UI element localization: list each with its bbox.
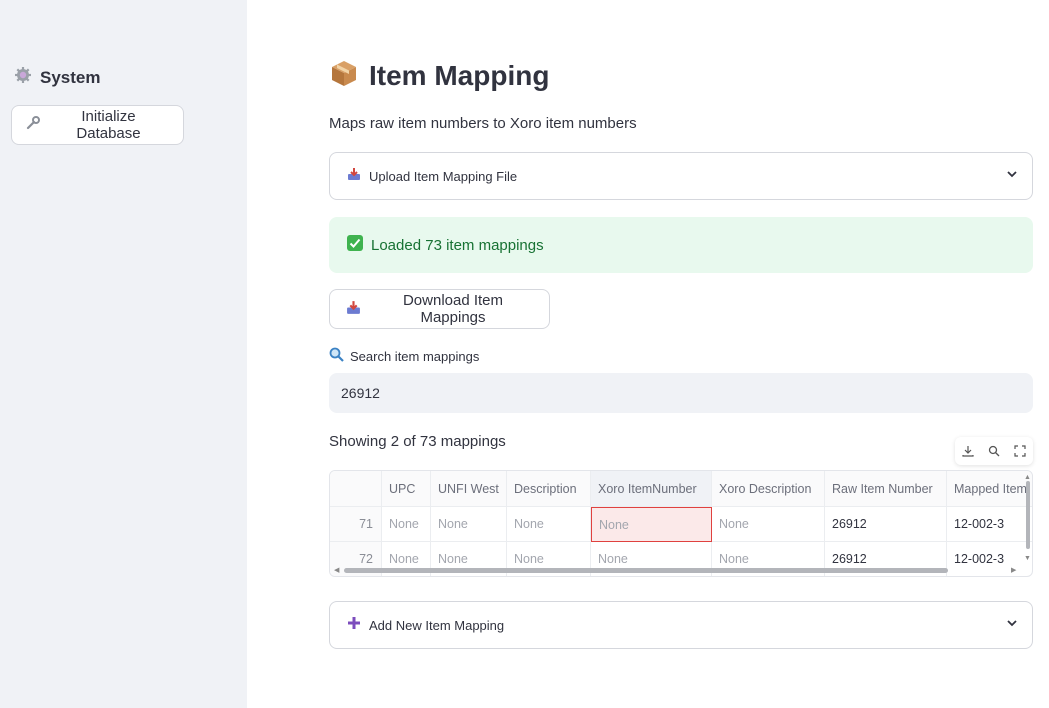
scroll-left-arrow-icon[interactable]: ◀ bbox=[334, 567, 339, 574]
scroll-down-arrow-icon[interactable]: ▼ bbox=[1024, 555, 1031, 562]
column-header-xoro-description[interactable]: Xoro Description bbox=[712, 471, 825, 507]
inbox-tray-icon bbox=[347, 167, 361, 186]
scroll-up-arrow-icon[interactable]: ▲ bbox=[1024, 474, 1031, 481]
chevron-down-icon[interactable] bbox=[1006, 167, 1018, 185]
search-label: Search item mappings bbox=[329, 347, 479, 365]
search-label-text: Search item mappings bbox=[350, 348, 480, 364]
main-content: Item Mapping Maps raw item numbers to Xo… bbox=[329, 0, 1033, 708]
horizontal-scrollbar[interactable] bbox=[344, 568, 948, 573]
check-mark-icon bbox=[347, 235, 363, 255]
magnifier-icon bbox=[329, 347, 344, 365]
success-alert: Loaded 73 item mappings bbox=[329, 217, 1033, 273]
wrench-icon bbox=[26, 116, 40, 134]
search-input[interactable] bbox=[329, 373, 1033, 413]
fullscreen-icon[interactable] bbox=[1010, 441, 1030, 461]
search-icon[interactable] bbox=[984, 441, 1004, 461]
system-section-title: System bbox=[40, 67, 101, 87]
table-cell[interactable]: 12-002-3 bbox=[947, 507, 1032, 542]
page-title-text: Item Mapping bbox=[369, 59, 550, 91]
table-cell[interactable]: 26912 bbox=[825, 507, 947, 542]
chevron-down-icon[interactable] bbox=[1006, 616, 1018, 634]
add-mapping-expander[interactable]: Add New Item Mapping bbox=[329, 601, 1033, 649]
scroll-right-arrow-icon[interactable]: ▶ bbox=[1011, 567, 1016, 574]
table-cell[interactable]: None bbox=[382, 507, 431, 542]
upload-expander[interactable]: Upload Item Mapping File bbox=[329, 152, 1033, 200]
download-icon[interactable] bbox=[958, 441, 978, 461]
initialize-database-label: Initialize Database bbox=[76, 108, 141, 142]
vertical-scrollbar[interactable] bbox=[1026, 481, 1030, 549]
row-index: 71 bbox=[330, 507, 382, 542]
data-table[interactable]: UPC UNFI West Description Xoro ItemNumbe… bbox=[329, 470, 1033, 577]
table-cell[interactable]: None bbox=[507, 507, 591, 542]
column-header-raw-item-number[interactable]: Raw Item Number bbox=[825, 471, 947, 507]
sidebar: System Initialize Database bbox=[0, 0, 247, 708]
download-item-mappings-button[interactable]: Download Item Mappings bbox=[329, 289, 550, 329]
page-subtitle: Maps raw item numbers to Xoro item numbe… bbox=[329, 115, 637, 132]
plus-icon bbox=[347, 616, 361, 635]
system-section-header: System bbox=[14, 66, 100, 89]
gear-icon bbox=[14, 66, 32, 89]
table-cell[interactable]: None bbox=[431, 507, 507, 542]
initialize-database-button[interactable]: Initialize Database bbox=[11, 105, 184, 145]
column-header-description[interactable]: Description bbox=[507, 471, 591, 507]
table-cell[interactable]: 12-002-3 bbox=[947, 542, 1032, 576]
column-header-xoro-itemnumber[interactable]: Xoro ItemNumber bbox=[591, 471, 712, 507]
table-toolbar bbox=[955, 437, 1033, 465]
selected-table-cell[interactable]: None bbox=[591, 507, 712, 542]
column-header-mapped-item[interactable]: Mapped Item bbox=[947, 471, 1032, 507]
index-header bbox=[330, 471, 382, 507]
download-tray-icon bbox=[346, 300, 361, 319]
showing-count: Showing 2 of 73 mappings bbox=[329, 433, 506, 450]
download-button-label: Download Item Mappings bbox=[402, 292, 504, 326]
page-title: Item Mapping bbox=[329, 58, 549, 93]
package-icon bbox=[329, 58, 359, 93]
column-header-unfi-west[interactable]: UNFI West bbox=[431, 471, 507, 507]
upload-expander-label: Upload Item Mapping File bbox=[369, 168, 518, 184]
success-message: Loaded 73 item mappings bbox=[371, 236, 544, 254]
table-cell[interactable]: None bbox=[712, 507, 825, 542]
add-mapping-expander-label: Add New Item Mapping bbox=[369, 617, 505, 633]
column-header-upc[interactable]: UPC bbox=[382, 471, 431, 507]
